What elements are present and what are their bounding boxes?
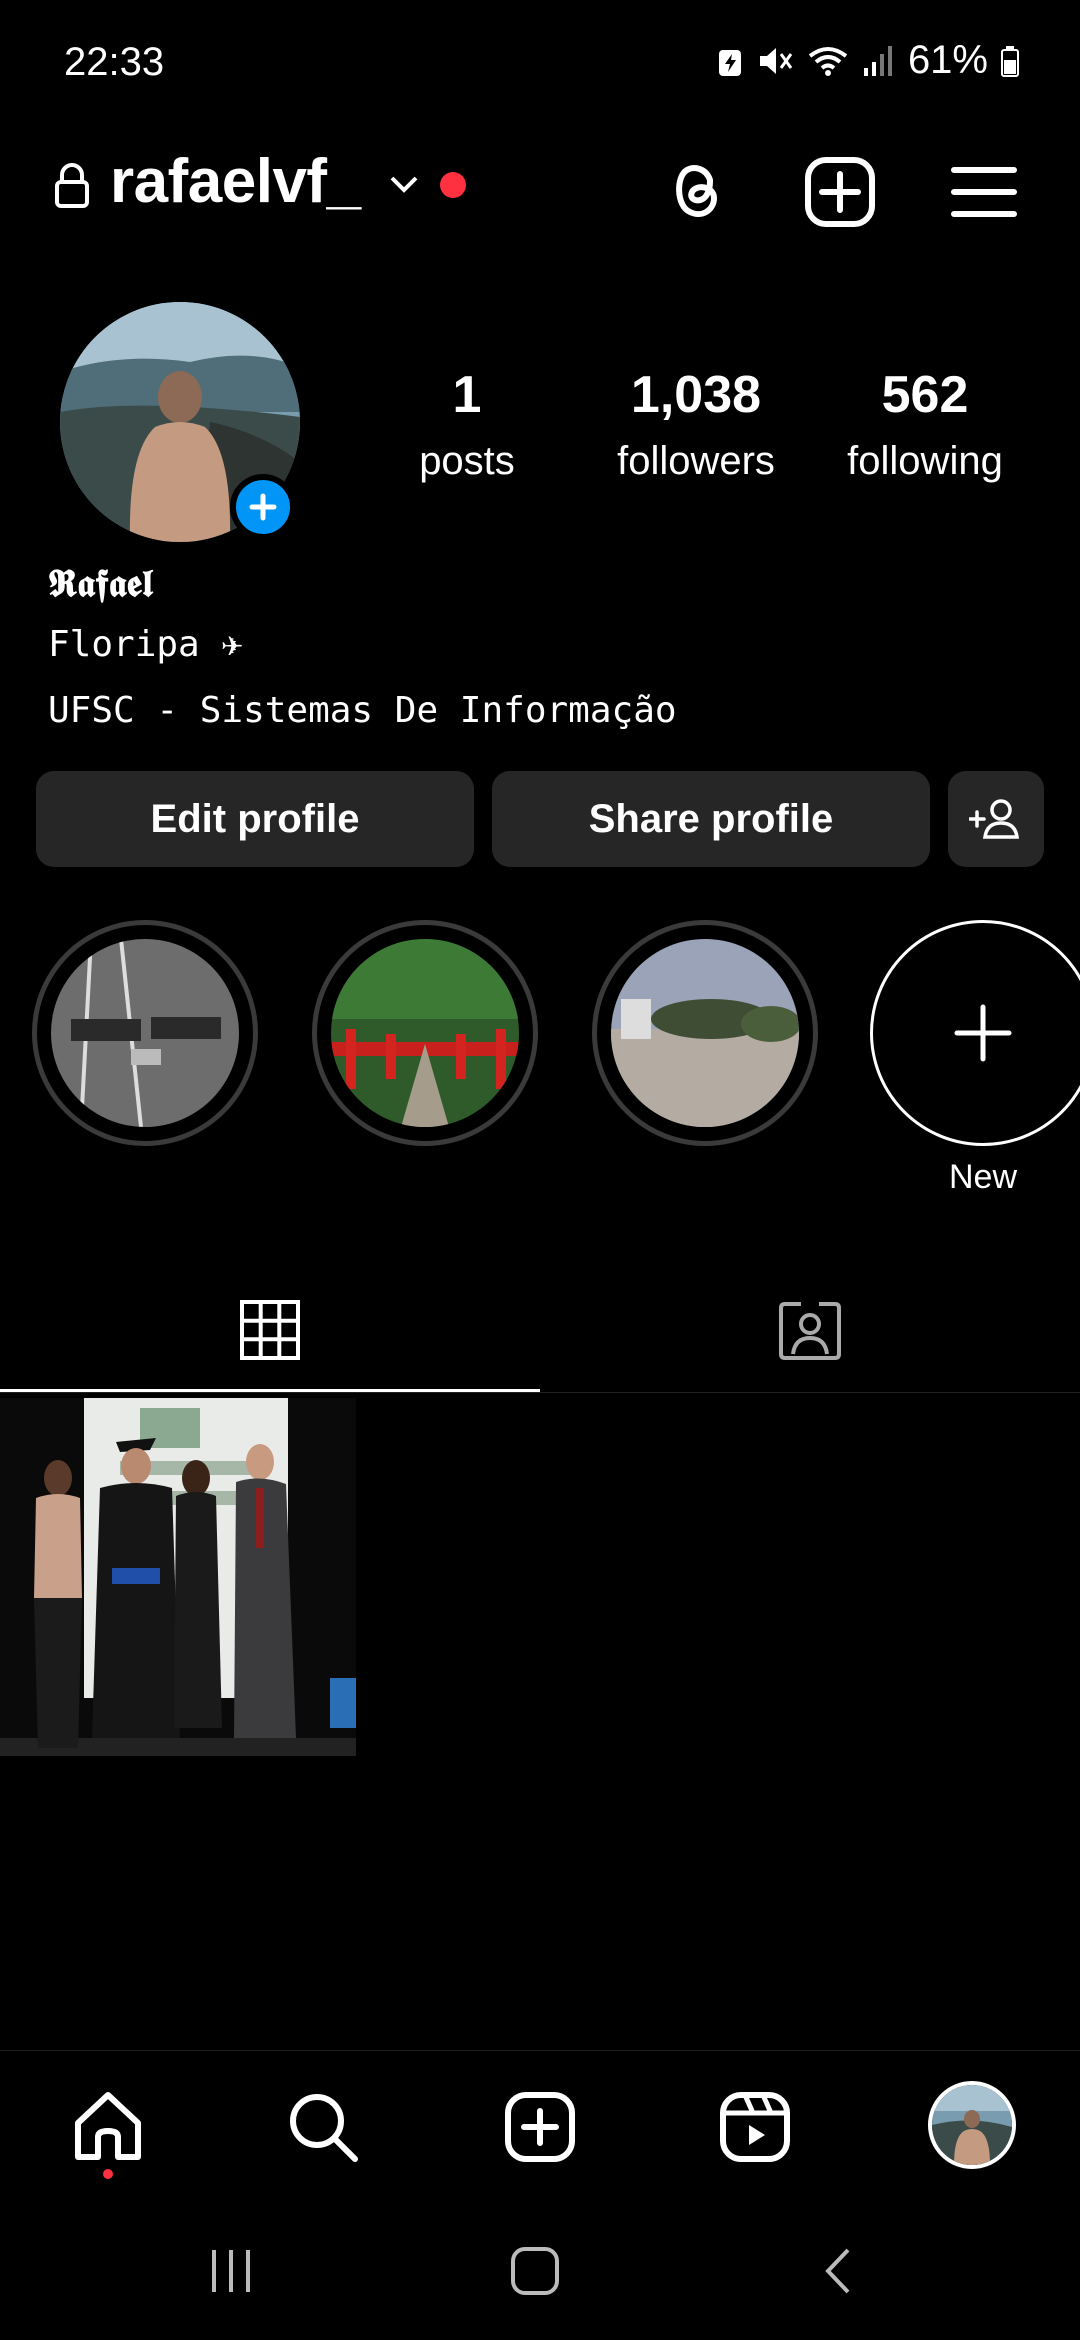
story-highlight[interactable] <box>32 920 258 1146</box>
reels-icon[interactable] <box>715 2087 795 2167</box>
wifi-icon <box>808 46 848 76</box>
new-highlight-button[interactable] <box>870 920 1080 1146</box>
signal-icon <box>863 45 892 76</box>
tab-posts-grid[interactable] <box>0 1270 540 1390</box>
plus-icon <box>954 1004 1012 1062</box>
status-time: 22:33 <box>64 40 165 84</box>
add-person-icon <box>969 799 1020 839</box>
discover-people-button[interactable] <box>948 771 1044 867</box>
menu-icon[interactable] <box>942 150 1026 234</box>
following-count: 562 <box>881 366 969 424</box>
new-highlight-label: New <box>948 1158 1018 1196</box>
tab-tagged[interactable] <box>540 1270 1080 1390</box>
home-icon[interactable] <box>68 2087 148 2167</box>
home-notification-dot <box>103 2169 113 2179</box>
stat-followers[interactable]: 1,038 followers <box>596 365 796 484</box>
tagged-person-icon <box>779 1302 841 1360</box>
system-nav-bar <box>0 2200 1080 2340</box>
create-icon[interactable] <box>500 2087 580 2167</box>
add-story-button[interactable] <box>230 474 296 540</box>
share-profile-button[interactable]: Share profile <box>492 771 930 867</box>
back-icon[interactable] <box>818 2244 858 2298</box>
posts-count: 1 <box>452 366 482 424</box>
followers-count: 1,038 <box>630 366 762 424</box>
create-post-icon[interactable] <box>798 150 882 234</box>
battery-saver-icon <box>718 49 741 76</box>
tab-divider <box>0 1392 1080 1393</box>
followers-label: followers <box>617 439 775 483</box>
plus-icon <box>249 493 277 521</box>
bio-line: Floripa ✈ <box>48 624 244 665</box>
lock-icon <box>55 163 89 208</box>
recent-apps-icon[interactable] <box>206 2244 256 2298</box>
nav-profile-avatar[interactable] <box>928 2081 1016 2169</box>
chevron-down-icon[interactable] <box>386 170 422 200</box>
search-icon[interactable] <box>283 2087 363 2167</box>
stat-posts[interactable]: 1 posts <box>367 365 567 484</box>
display-name: 𝕽𝖆𝖋𝖆𝖊𝖑 <box>48 560 153 605</box>
battery-icon <box>1001 45 1019 77</box>
post-thumbnail[interactable] <box>0 1398 356 1756</box>
mute-icon <box>759 47 793 74</box>
battery-percent: 61% <box>907 38 988 82</box>
threads-icon[interactable] <box>654 150 738 234</box>
status-bar: 22:33 61% <box>0 0 1080 125</box>
stat-following[interactable]: 562 following <box>825 365 1025 484</box>
bio-line: UFSC - Sistemas De Informação <box>48 690 677 731</box>
username-switcher[interactable]: rafaelvf_ <box>110 146 361 217</box>
posts-label: posts <box>419 439 515 483</box>
status-icons: 61% <box>716 38 1020 83</box>
edit-profile-button[interactable]: Edit profile <box>36 771 474 867</box>
notification-dot <box>440 172 466 198</box>
grid-icon <box>240 1300 300 1360</box>
story-highlight[interactable] <box>312 920 538 1146</box>
bottom-nav <box>0 2050 1080 2200</box>
profile-header: rafaelvf_ <box>0 140 1080 250</box>
following-label: following <box>847 439 1003 483</box>
home-button-icon[interactable] <box>508 2244 562 2298</box>
story-highlight[interactable] <box>592 920 818 1146</box>
